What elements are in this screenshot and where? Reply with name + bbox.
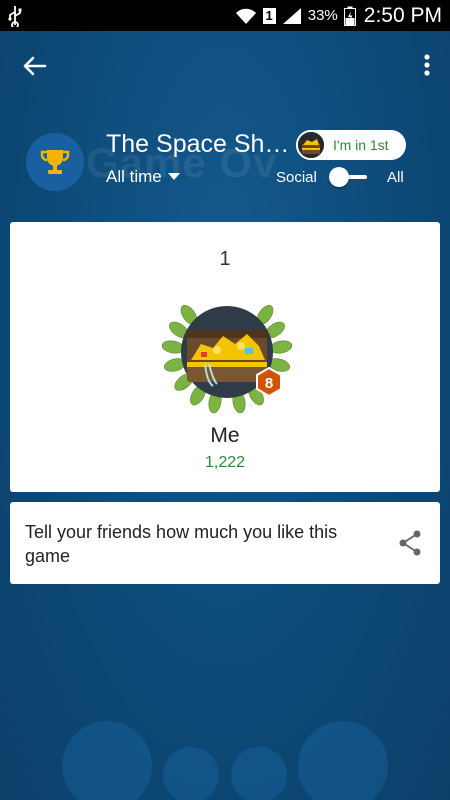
battery-charging-icon	[343, 6, 356, 26]
overflow-menu-button[interactable]	[420, 51, 434, 81]
share-prompt-text: Tell your friends how much you like this…	[25, 522, 338, 566]
more-vert-icon	[424, 54, 430, 76]
status-right: 1 33% 2:50 PM	[235, 4, 442, 28]
status-left	[8, 5, 235, 27]
share-card[interactable]: Tell your friends how much you like this…	[10, 502, 440, 584]
dropdown-arrow-icon	[167, 173, 180, 180]
toggle-thumb	[329, 167, 349, 187]
time-filter-label: All time	[106, 167, 162, 186]
share-button[interactable]	[398, 530, 422, 556]
trophy-icon	[40, 150, 70, 174]
background-leaderboard-button	[163, 747, 219, 800]
player-score: 1,222	[204, 454, 246, 471]
social-all-toggle[interactable]	[327, 166, 369, 188]
toggle-social-label: Social	[276, 169, 317, 186]
arrow-left-icon	[23, 56, 47, 76]
back-button[interactable]	[18, 51, 52, 81]
battery-percent: 33%	[307, 7, 338, 24]
share-icon	[399, 530, 421, 556]
game-title: The Space Sh…	[106, 130, 286, 158]
leaderboard-trophy-avatar	[26, 133, 84, 191]
rank-chip-label: I'm in 1st	[333, 137, 389, 153]
rank-number: 1	[219, 248, 231, 270]
player-name: Me	[210, 424, 240, 447]
sim-slot-badge: 1	[262, 7, 276, 24]
top-app-bar	[0, 31, 450, 101]
signal-icon	[282, 7, 301, 24]
time-filter-dropdown[interactable]: All time	[106, 167, 180, 187]
wifi-icon	[235, 8, 256, 24]
player-badge: 8	[157, 290, 297, 420]
usb-icon	[8, 5, 22, 27]
toggle-all-label: All	[387, 169, 404, 186]
status-bar: 1 33% 2:50 PM	[0, 0, 450, 31]
rank-chip[interactable]: I'm in 1st	[296, 130, 406, 160]
background-achievements-button	[231, 747, 287, 800]
background-replay-button	[298, 721, 388, 800]
treasure-avatar-icon	[298, 132, 324, 158]
level-badge-number: 8	[265, 375, 273, 392]
background-sound-button	[62, 721, 152, 800]
player-avatar	[296, 130, 326, 160]
laurel-treasure-icon: 8	[161, 305, 293, 414]
leaderboard-entry-card[interactable]: 1 8 Me 1,222	[10, 222, 440, 492]
clock-time: 2:50 PM	[363, 3, 442, 27]
